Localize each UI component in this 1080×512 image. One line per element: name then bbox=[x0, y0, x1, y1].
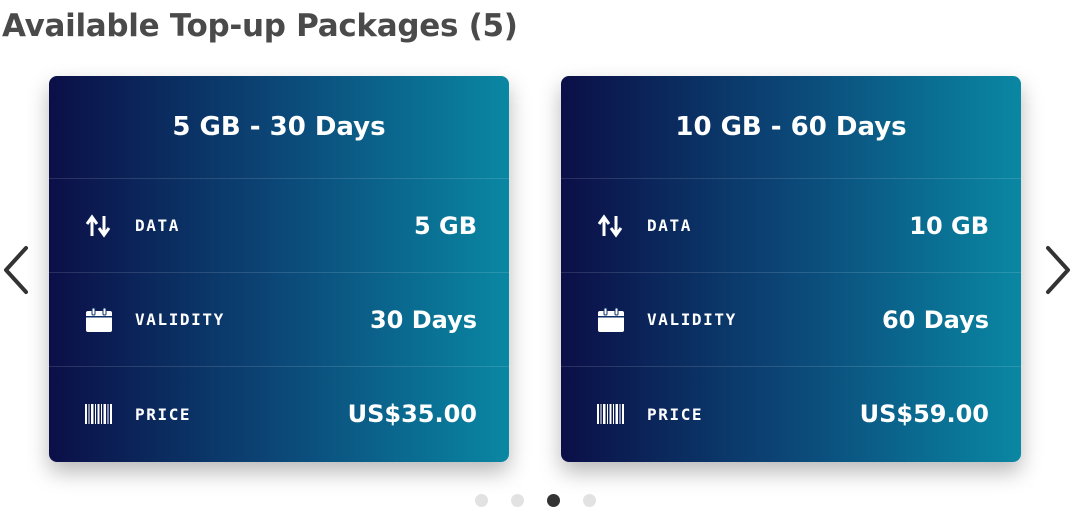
carousel-prev-button[interactable] bbox=[0, 240, 36, 300]
package-card[interactable]: 10 GB - 60 Days DATA 10 GB VALIDITY 60 D… bbox=[561, 76, 1021, 462]
package-row-price: PRICE US$59.00 bbox=[561, 367, 1021, 461]
carousel-dot[interactable] bbox=[475, 494, 488, 507]
package-row-data: DATA 10 GB bbox=[561, 179, 1021, 273]
package-row-validity: VALIDITY 30 Days bbox=[49, 273, 509, 367]
price-value: US$59.00 bbox=[859, 400, 989, 428]
price-label: PRICE bbox=[135, 404, 192, 424]
price-value: US$35.00 bbox=[347, 400, 477, 428]
package-row-data: DATA 5 GB bbox=[49, 179, 509, 273]
barcode-icon bbox=[85, 401, 115, 427]
validity-value: 60 Days bbox=[881, 305, 989, 334]
carousel-pagination bbox=[475, 494, 596, 507]
package-title: 5 GB - 30 Days bbox=[49, 76, 509, 179]
section-title: Available Top-up Packages (5) bbox=[2, 8, 518, 44]
chevron-right-icon bbox=[1046, 246, 1070, 294]
package-card[interactable]: 5 GB - 30 Days DATA 5 GB VALIDITY 30 Day… bbox=[49, 76, 509, 462]
price-label: PRICE bbox=[647, 404, 704, 424]
data-transfer-icon bbox=[85, 213, 115, 239]
data-label: DATA bbox=[647, 216, 692, 235]
data-value: 10 GB bbox=[909, 211, 989, 240]
carousel-dot[interactable] bbox=[583, 494, 596, 507]
chevron-left-icon bbox=[4, 246, 28, 294]
calendar-icon bbox=[597, 307, 627, 333]
carousel-next-button[interactable] bbox=[1038, 240, 1074, 300]
validity-label: VALIDITY bbox=[135, 310, 225, 329]
data-transfer-icon bbox=[597, 213, 627, 239]
barcode-icon bbox=[597, 401, 627, 427]
package-row-validity: VALIDITY 60 Days bbox=[561, 273, 1021, 367]
carousel-dot[interactable] bbox=[511, 494, 524, 507]
calendar-icon bbox=[85, 307, 115, 333]
package-row-price: PRICE US$35.00 bbox=[49, 367, 509, 461]
package-title: 10 GB - 60 Days bbox=[561, 76, 1021, 179]
validity-label: VALIDITY bbox=[647, 310, 737, 329]
data-label: DATA bbox=[135, 216, 180, 235]
data-value: 5 GB bbox=[413, 211, 477, 240]
carousel-dot[interactable] bbox=[547, 494, 560, 507]
validity-value: 30 Days bbox=[369, 305, 477, 334]
